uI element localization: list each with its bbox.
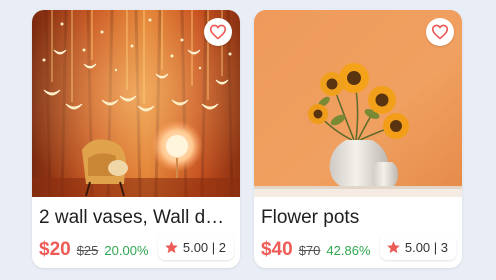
original-price: $25 [76, 243, 99, 258]
rating-badge: 5.00 | 2 [157, 234, 234, 260]
discount-percent: 20.00% [104, 243, 149, 258]
product-title[interactable]: Flower pots [261, 206, 455, 230]
product-title[interactable]: 2 wall vases, Wall de… [39, 206, 233, 230]
rating-text: 5.00 | 3 [404, 239, 448, 255]
current-price: $20 [39, 239, 71, 260]
original-price: $70 [298, 243, 321, 258]
star-icon [165, 240, 178, 253]
star-icon [387, 240, 400, 253]
rating-badge: 5.00 | 3 [379, 234, 456, 260]
favorite-button[interactable] [426, 18, 454, 46]
current-price: $40 [261, 239, 293, 260]
discount-percent: 42.86% [326, 243, 371, 258]
rating-text: 5.00 | 2 [182, 239, 226, 255]
product-card[interactable]: 5.00 | 2 2 wall vases, Wall de… $20 $25 … [32, 10, 240, 268]
price-row: $20 $25 20.00% [39, 239, 149, 261]
price-row: $40 $70 42.86% [261, 239, 371, 261]
heart-outline-icon [431, 24, 449, 40]
product-card[interactable]: 5.00 | 3 Flower pots $40 $70 42.86% [254, 10, 462, 268]
favorite-button[interactable] [204, 18, 232, 46]
heart-outline-icon [209, 24, 227, 40]
